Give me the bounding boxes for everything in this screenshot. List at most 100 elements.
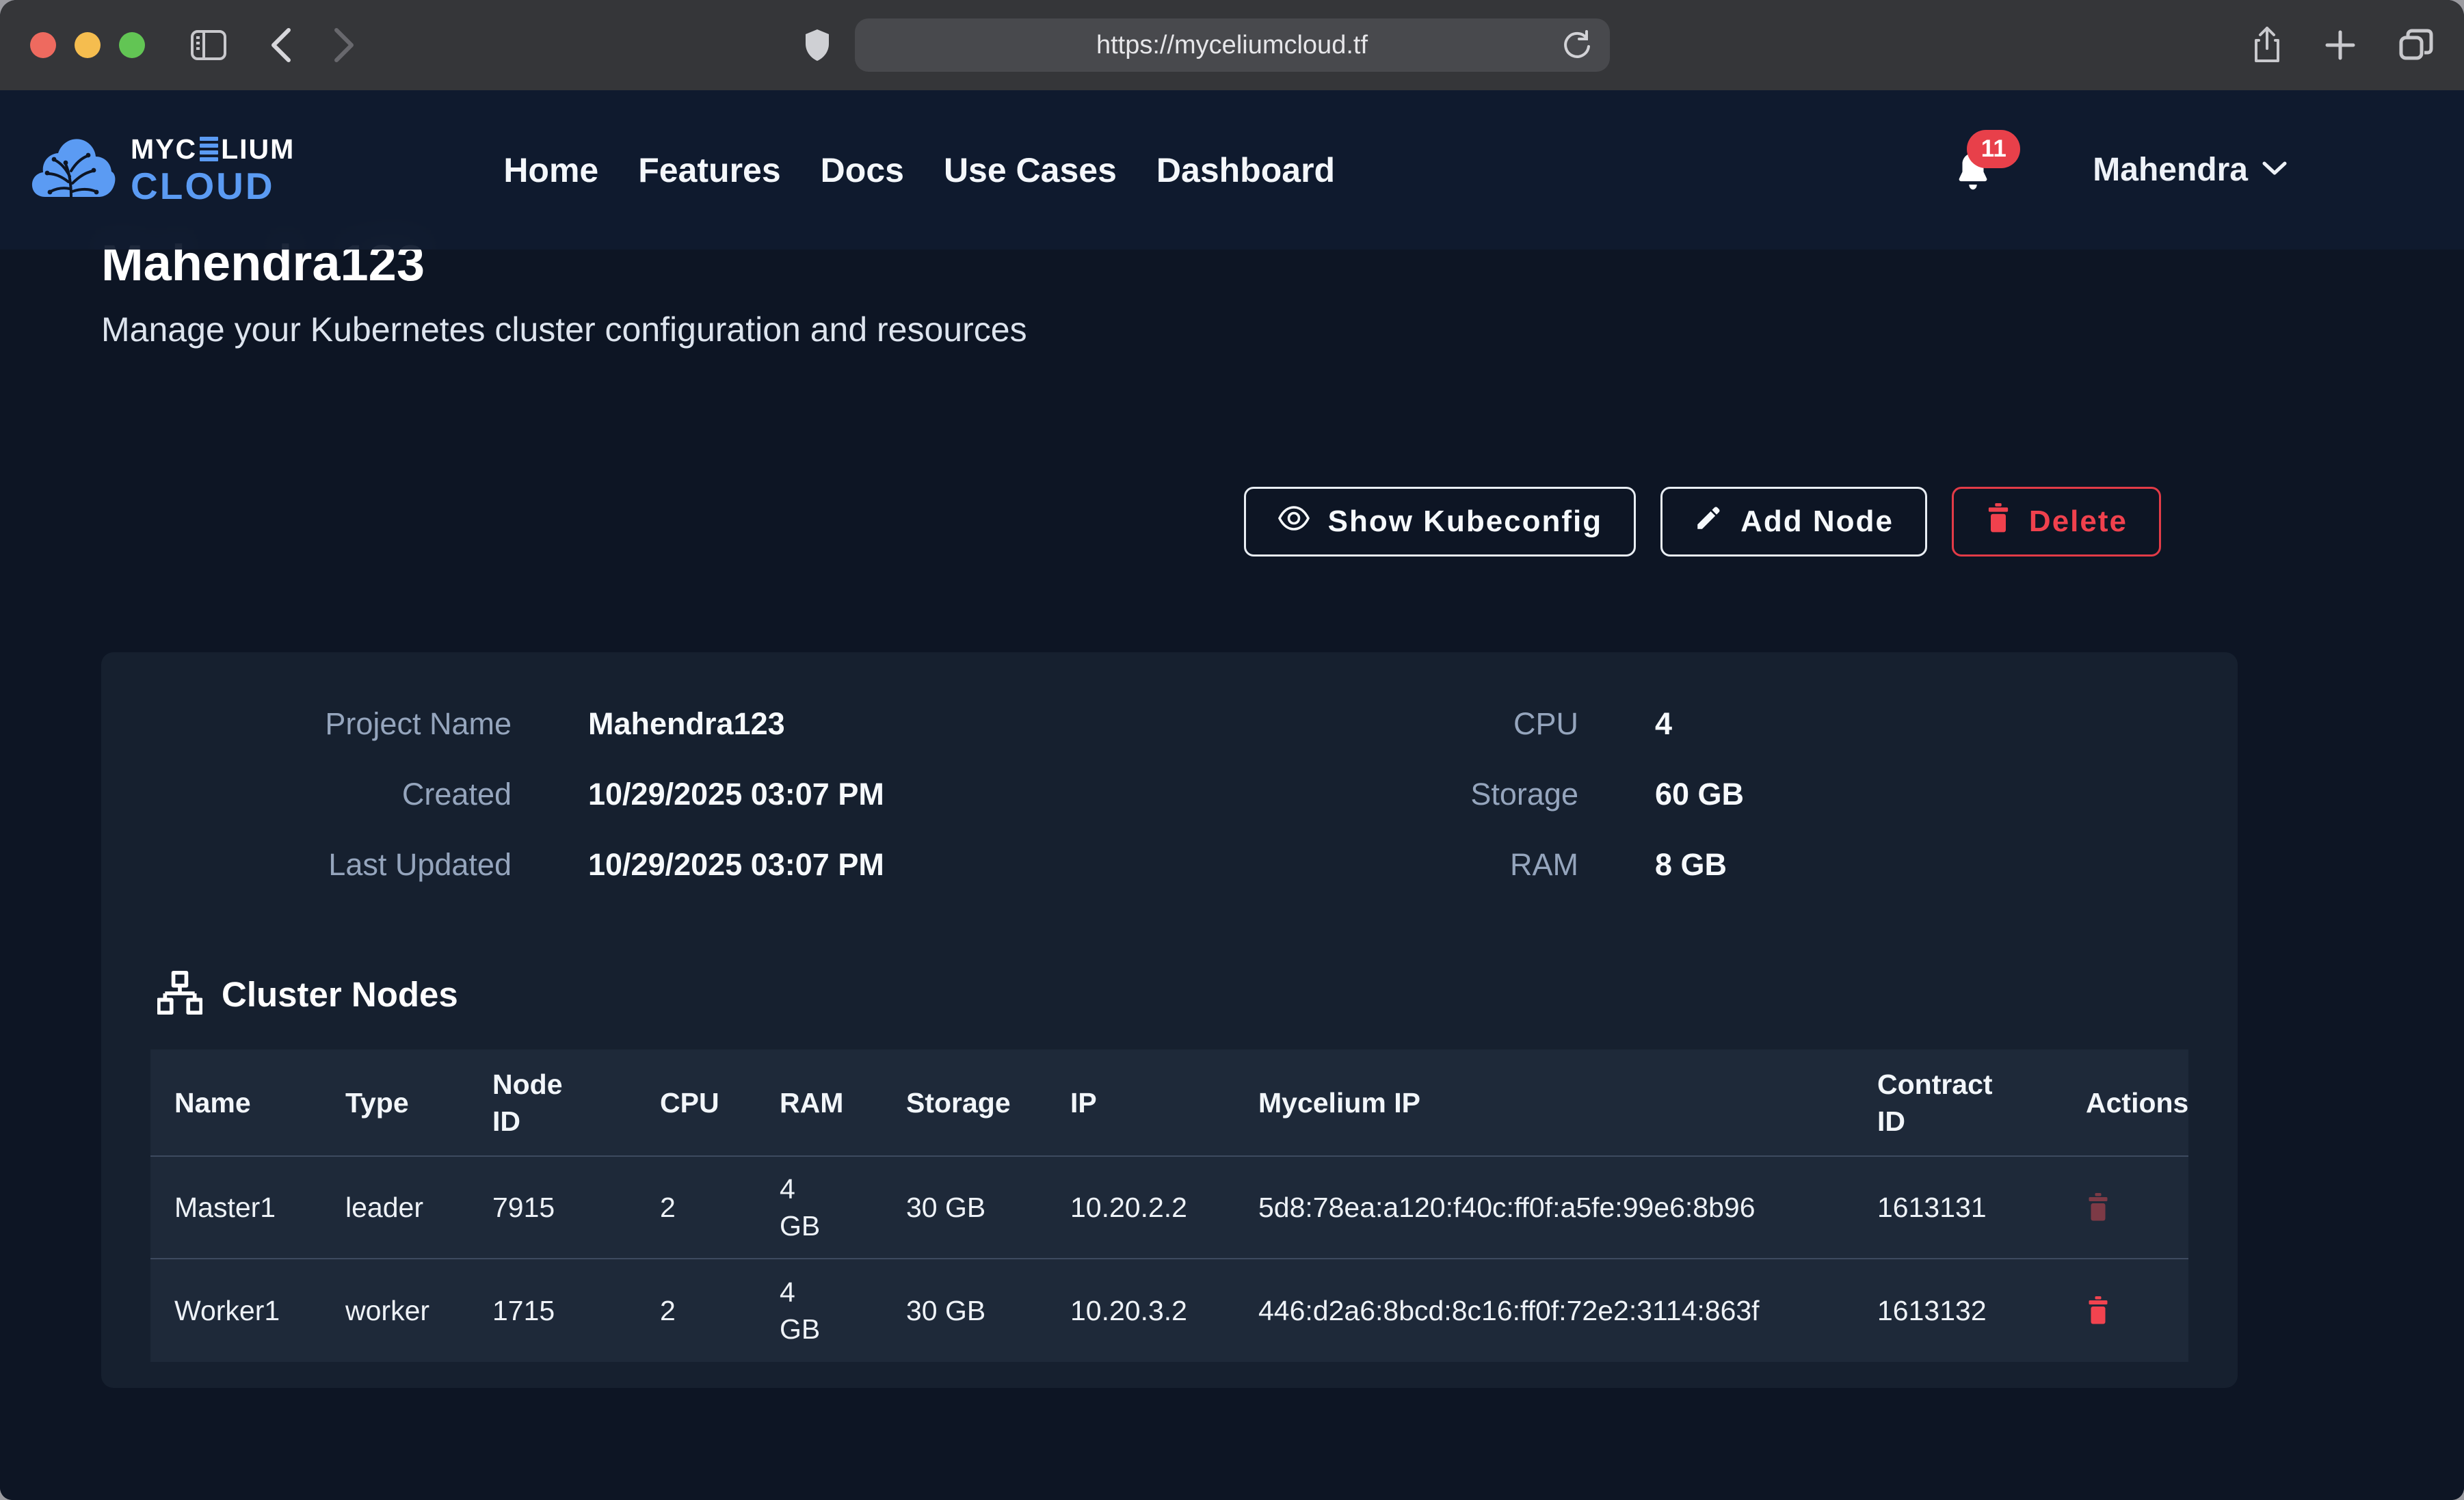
node-id: 1715 [468, 1292, 636, 1329]
user-name: Mahendra [2093, 151, 2248, 189]
logo-e-bars-glyph [200, 137, 218, 161]
node-contract-id: 1613131 [1853, 1189, 2062, 1226]
browser-toolbar: https://myceliumcloud.tf [0, 0, 2464, 90]
ram-value: 8 GB [1578, 844, 2238, 885]
add-node-label: Add Node [1740, 505, 1894, 539]
col-contract-id: Contract ID [1853, 1066, 2062, 1140]
nav-features[interactable]: Features [638, 150, 780, 190]
toolbar-right-icons [2252, 27, 2434, 64]
cpu-value: 4 [1578, 704, 2238, 745]
col-type: Type [321, 1084, 468, 1121]
trash-icon [2086, 1296, 2110, 1325]
node-cpu: 2 [636, 1292, 756, 1329]
forward-button-icon[interactable] [332, 27, 356, 63]
node-ip: 10.20.2.2 [1046, 1189, 1234, 1226]
cluster-actions: Show Kubeconfig Add Node [0, 487, 2464, 557]
cluster-details-card: Project Name Mahendra123 CPU 4 Created 1… [101, 652, 2238, 1388]
main-nav: Home Features Docs Use Cases Dashboard [503, 150, 1335, 190]
eye-icon [1277, 505, 1310, 539]
logo-line1: MYC LIUM [131, 135, 295, 163]
nav-dashboard[interactable]: Dashboard [1156, 150, 1335, 190]
site-header: MYC LIUM CLOUD Home Features Docs Use Ca… [0, 90, 2464, 250]
user-menu[interactable]: Mahendra [2093, 151, 2288, 189]
window-controls [30, 32, 145, 58]
node-actions [2062, 1193, 2188, 1222]
nodes-table-header: Name Type Node ID CPU RAM Storage IP Myc… [150, 1049, 2188, 1157]
table-row-master1: Master1 leader 7915 2 4 GB 30 GB 10.20.2… [150, 1157, 2188, 1259]
add-node-button[interactable]: Add Node [1660, 487, 1927, 557]
node-ram: 4 GB [756, 1274, 882, 1348]
node-ram: 4 GB [756, 1170, 882, 1244]
table-row-worker1: Worker1 worker 1715 2 4 GB 30 GB 10.20.3… [150, 1259, 2188, 1362]
zoom-window-button[interactable] [119, 32, 145, 58]
logo-line2: CLOUD [131, 168, 295, 205]
storage-label: Storage [1168, 774, 1578, 815]
ram-label: RAM [1168, 844, 1578, 885]
notification-count-badge: 11 [1967, 130, 2020, 168]
cluster-info-grid: Project Name Mahendra123 CPU 4 Created 1… [101, 704, 2238, 885]
last-updated-label: Last Updated [101, 844, 512, 885]
show-kubeconfig-button[interactable]: Show Kubeconfig [1244, 487, 1637, 557]
nav-docs[interactable]: Docs [821, 150, 904, 190]
col-mycelium-ip: Mycelium IP [1234, 1084, 1853, 1121]
trash-icon [2086, 1193, 2110, 1222]
node-mycelium-ip: 446:d2a6:8bcd:8c16:ff0f:72e2:3114:863f [1234, 1292, 1853, 1329]
col-cpu: CPU [636, 1084, 756, 1121]
col-actions: Actions [2062, 1084, 2188, 1121]
node-ip: 10.20.3.2 [1046, 1292, 1234, 1329]
project-name-label: Project Name [101, 704, 512, 745]
col-node-id: Node ID [468, 1066, 636, 1140]
node-contract-id: 1613132 [1853, 1292, 2062, 1329]
tab-overview-icon[interactable] [2398, 28, 2434, 62]
node-mycelium-ip: 5d8:78ea:a120:f40c:ff0f:a5fe:99e6:8b96 [1234, 1189, 1853, 1226]
trash-icon [1985, 503, 2011, 541]
node-name: Worker1 [150, 1292, 321, 1329]
col-storage: Storage [882, 1084, 1046, 1121]
browser-window: https://myceliumcloud.tf [0, 0, 2464, 1500]
node-id: 7915 [468, 1189, 636, 1226]
reload-icon[interactable] [1562, 29, 1592, 62]
col-ram: RAM [756, 1084, 882, 1121]
delete-label: Delete [2029, 505, 2128, 539]
storage-value: 60 GB [1578, 774, 2238, 815]
created-label: Created [101, 774, 512, 815]
share-icon[interactable] [2252, 27, 2282, 64]
privacy-shield-icon[interactable] [803, 28, 832, 62]
mycelium-cloud-logo[interactable]: MYC LIUM CLOUD [30, 134, 295, 206]
url-text: https://myceliumcloud.tf [1096, 31, 1368, 60]
delete-node-button[interactable] [2086, 1193, 2110, 1222]
minimize-window-button[interactable] [75, 32, 101, 58]
pencil-icon [1694, 504, 1723, 540]
page-subtitle: Manage your Kubernetes cluster configura… [101, 309, 2464, 350]
new-tab-icon[interactable] [2324, 29, 2356, 61]
page-content: Mahendra123 Manage your Kubernetes clust… [0, 250, 2464, 1388]
delete-node-button[interactable] [2086, 1296, 2110, 1325]
network-nodes-icon [157, 970, 202, 1019]
nodes-table: Name Type Node ID CPU RAM Storage IP Myc… [150, 1049, 2188, 1362]
show-kubeconfig-label: Show Kubeconfig [1328, 505, 1603, 539]
notifications-button[interactable]: 11 [1949, 139, 1997, 201]
app-viewport: Mahendra123 Manage your Kubernetes clust… [0, 90, 2464, 1500]
project-name-value: Mahendra123 [512, 704, 1168, 745]
address-bar[interactable]: https://myceliumcloud.tf [855, 18, 1610, 72]
node-storage: 30 GB [882, 1292, 1046, 1329]
chevron-down-icon [2262, 159, 2288, 180]
logo-text: MYC LIUM CLOUD [131, 135, 295, 205]
created-value: 10/29/2025 03:07 PM [512, 774, 1168, 815]
cluster-nodes-title: Cluster Nodes [222, 974, 458, 1015]
close-window-button[interactable] [30, 32, 56, 58]
node-type: leader [321, 1189, 468, 1226]
node-name: Master1 [150, 1189, 321, 1226]
sidebar-toggle-icon[interactable] [190, 29, 227, 61]
node-actions [2062, 1296, 2188, 1325]
node-type: worker [321, 1292, 468, 1329]
col-name: Name [150, 1084, 321, 1121]
node-cpu: 2 [636, 1189, 756, 1226]
cpu-label: CPU [1168, 704, 1578, 745]
col-ip: IP [1046, 1084, 1234, 1121]
delete-cluster-button[interactable]: Delete [1952, 487, 2161, 557]
nav-home[interactable]: Home [503, 150, 598, 190]
nav-use-cases[interactable]: Use Cases [944, 150, 1117, 190]
cluster-nodes-header: Cluster Nodes [157, 970, 2238, 1019]
back-button-icon[interactable] [269, 27, 293, 63]
